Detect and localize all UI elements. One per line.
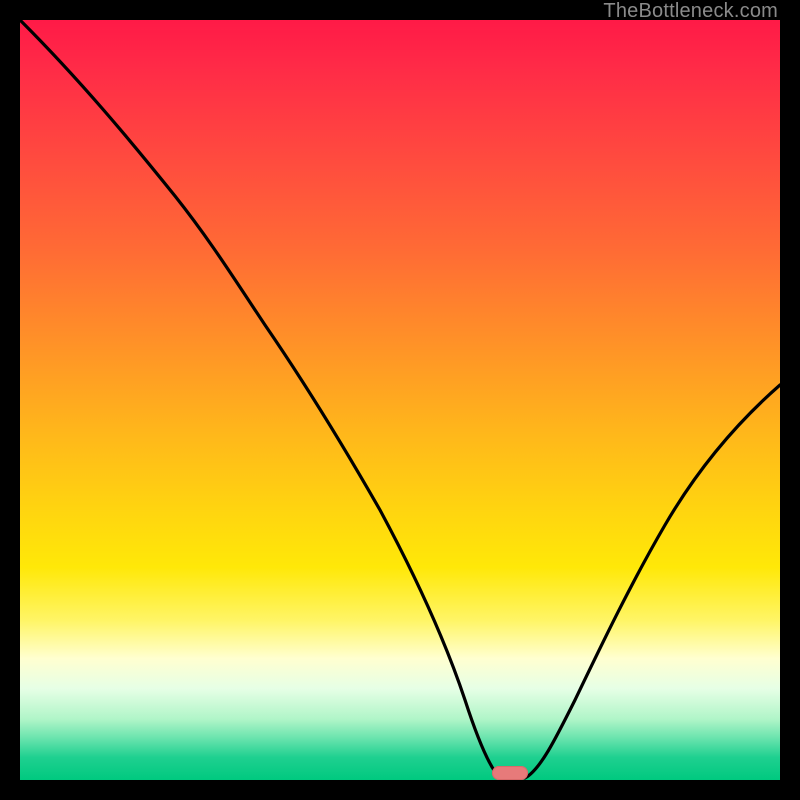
bottleneck-curve bbox=[20, 20, 780, 780]
curve-path bbox=[20, 20, 780, 778]
optimal-marker bbox=[492, 766, 528, 780]
plot-area bbox=[20, 20, 780, 780]
watermark-text: TheBottleneck.com bbox=[603, 0, 778, 23]
chart-frame: TheBottleneck.com bbox=[0, 0, 800, 800]
